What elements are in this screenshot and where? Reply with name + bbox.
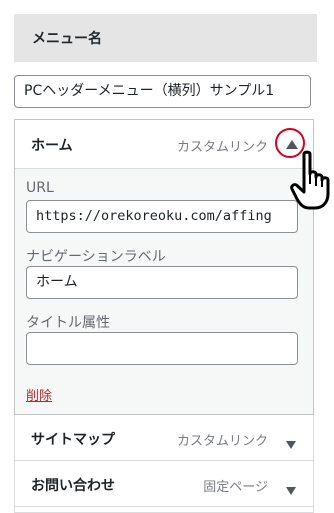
title-attr-input[interactable] [26,332,298,365]
delete-link[interactable]: 削除 [26,385,52,404]
nav-label-input[interactable]: ホーム [26,266,298,299]
menu-item-contact[interactable]: お問い合わせ 固定ページ [14,461,314,507]
triangle-down-icon[interactable] [286,480,296,495]
url-label: URL [26,180,54,196]
menu-item-partial [14,507,314,513]
menu-item-title: ホーム [31,138,73,154]
menu-item-sitemap[interactable]: サイトマップ カスタムリンク [14,415,314,461]
menu-name-input[interactable]: PCヘッダーメニュー（横列）サンプル1 [14,75,311,108]
hand-pointer-icon [290,150,334,212]
menu-item-title: サイトマップ [31,432,115,448]
nav-label-label: ナビゲーションラベル [26,249,166,265]
menu-item-type: カスタムリンク [176,140,268,155]
menu-name-header: メニュー名 [14,14,317,62]
url-input[interactable]: https://orekoreoku.com/affing [26,200,298,233]
menu-name-label: メニュー名 [32,31,102,47]
menu-item-title: お問い合わせ [31,478,115,494]
menu-item-header-home[interactable]: ホーム カスタムリンク [15,120,313,169]
title-attr-label: タイトル属性 [26,315,110,331]
menu-item-type: カスタムリンク [176,434,268,449]
menu-item-type: 固定ページ [203,480,268,495]
triangle-down-icon[interactable] [286,434,296,449]
